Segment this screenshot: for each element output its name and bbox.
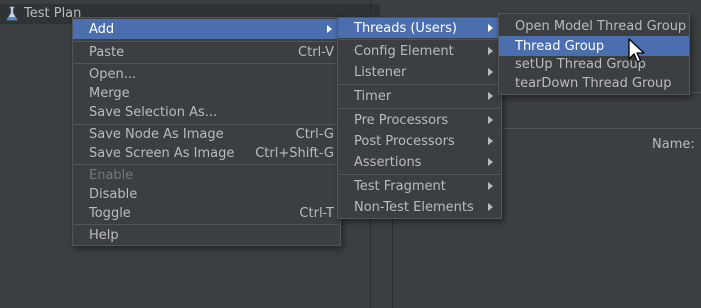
submenu-arrow-icon: [488, 68, 493, 76]
menu-item-threads-users[interactable]: Threads (Users): [338, 18, 501, 38]
flask-icon: [6, 6, 18, 21]
menu-item-open[interactable]: Open...: [73, 64, 340, 84]
menu-item-add[interactable]: Add: [73, 19, 340, 39]
menu-item-timer[interactable]: Timer: [338, 86, 501, 106]
menu-item-label: Save Node As Image: [89, 126, 224, 142]
menu-item-shortcut: Ctrl-G: [295, 126, 334, 142]
name-label: Name:: [652, 137, 695, 152]
menu-item-merge[interactable]: Merge: [73, 83, 340, 103]
menu-item-label: tearDown Thread Group: [515, 75, 672, 91]
menu-item-label: setUp Thread Group: [515, 56, 646, 72]
menu-item-label: Test Fragment: [354, 178, 446, 194]
submenu-arrow-icon: [327, 25, 332, 33]
submenu-arrow-icon: [488, 203, 493, 211]
menu-item-shortcut: Ctrl-V: [298, 44, 334, 60]
menu-item-paste[interactable]: Paste Ctrl-V: [73, 42, 340, 62]
submenu-arrow-icon: [488, 137, 493, 145]
menu-item-pre-processors[interactable]: Pre Processors: [338, 110, 501, 130]
menu-item-config-element[interactable]: Config Element: [338, 41, 501, 61]
menu-item-save-node-as-image[interactable]: Save Node As Image Ctrl-G: [73, 124, 340, 144]
menu-item-thread-group[interactable]: Thread Group: [499, 36, 689, 56]
submenu-arrow-icon: [488, 182, 493, 190]
submenu-arrow-icon: [488, 158, 493, 166]
menu-item-label: Assertions: [354, 154, 422, 170]
submenu-arrow-icon: [488, 24, 493, 32]
menu-separator: [339, 174, 500, 175]
menu-item-label: Listener: [354, 64, 407, 80]
menu-item-teardown-thread-group[interactable]: tearDown Thread Group: [499, 73, 689, 93]
menu-item-label: Open...: [89, 66, 137, 82]
menu-item-save-selection-as[interactable]: Save Selection As...: [73, 102, 340, 122]
menu-item-enable: Enable: [73, 165, 340, 185]
menu-item-label: Save Screen As Image: [89, 145, 235, 161]
menu-item-label: Add: [89, 21, 115, 37]
menu-separator: [339, 84, 500, 85]
menu-item-assertions[interactable]: Assertions: [338, 152, 501, 172]
menu-item-shortcut: Ctrl+Shift-G: [255, 145, 334, 161]
menu-item-label: Toggle: [89, 205, 131, 221]
menu-item-help[interactable]: Help: [73, 225, 340, 245]
menu-item-label: Paste: [89, 44, 125, 60]
menu-item-listener[interactable]: Listener: [338, 62, 501, 82]
menu-item-label: Disable: [89, 186, 138, 202]
menu-item-label: Enable: [89, 167, 134, 183]
add-submenu: Threads (Users) Config Element Listener …: [337, 17, 502, 219]
menu-item-label: Help: [89, 227, 119, 243]
submenu-arrow-icon: [488, 47, 493, 55]
menu-item-setup-thread-group[interactable]: setUp Thread Group: [499, 54, 689, 74]
threads-submenu: Open Model Thread Group Thread Group set…: [498, 13, 690, 95]
menu-item-label: Thread Group: [515, 38, 605, 54]
menu-item-shortcut: Ctrl-T: [299, 205, 334, 221]
mouse-cursor-icon: [628, 38, 645, 63]
menu-item-label: Post Processors: [354, 133, 455, 149]
menu-item-open-model-thread-group[interactable]: Open Model Thread Group: [499, 16, 689, 36]
menu-item-toggle[interactable]: Toggle Ctrl-T: [73, 203, 340, 223]
menu-item-label: Config Element: [354, 43, 454, 59]
menu-item-label: Pre Processors: [354, 112, 449, 128]
menu-item-post-processors[interactable]: Post Processors: [338, 131, 501, 151]
menu-item-test-fragment[interactable]: Test Fragment: [338, 176, 501, 196]
submenu-arrow-icon: [488, 116, 493, 124]
menu-item-save-screen-as-image[interactable]: Save Screen As Image Ctrl+Shift-G: [73, 143, 340, 163]
menu-item-label: Merge: [89, 85, 130, 101]
context-menu: Add Paste Ctrl-V Open... Merge Save Sele…: [72, 17, 341, 246]
menu-item-label: Timer: [354, 88, 392, 104]
menu-item-non-test-elements[interactable]: Non-Test Elements: [338, 197, 501, 217]
menu-item-label: Open Model Thread Group: [515, 18, 687, 34]
menu-item-disable[interactable]: Disable: [73, 184, 340, 204]
menu-item-label: Non-Test Elements: [354, 199, 474, 215]
submenu-arrow-icon: [488, 92, 493, 100]
menu-separator: [339, 39, 500, 40]
menu-item-label: Save Selection As...: [89, 104, 218, 120]
menu-separator: [339, 108, 500, 109]
menu-item-label: Threads (Users): [354, 20, 457, 36]
